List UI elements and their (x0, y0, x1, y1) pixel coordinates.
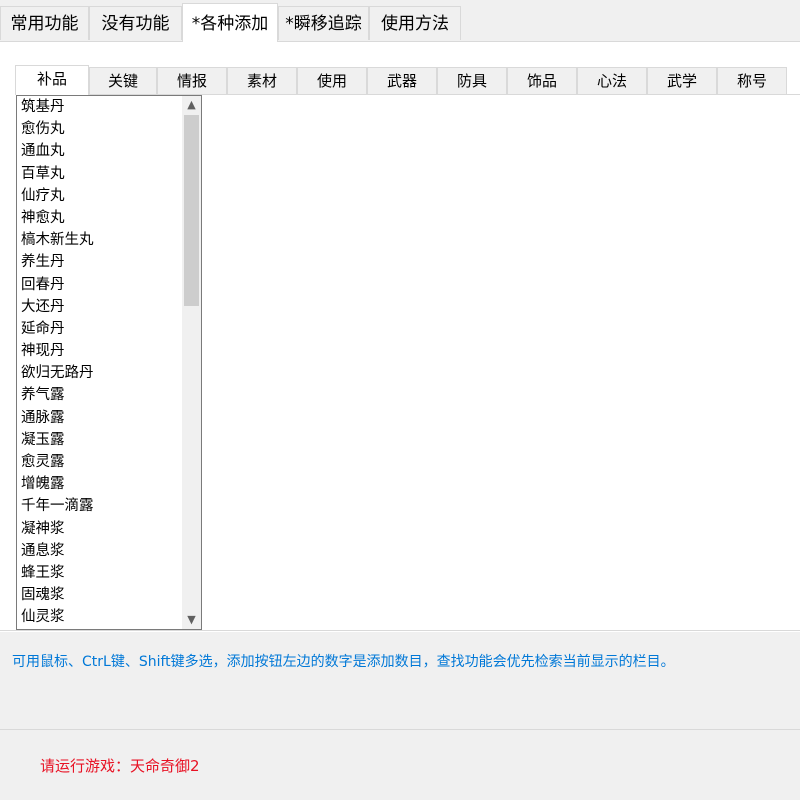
list-item[interactable]: 回春丹 (17, 274, 182, 296)
tab-titles[interactable]: 称号 (717, 67, 787, 94)
main-tab-strip: 常用功能 没有功能 *各种添加 *瞬移追踪 使用方法 (0, 3, 800, 42)
list-item[interactable]: 通脉露 (17, 407, 182, 429)
list-item[interactable]: 欲归无路丹 (17, 362, 182, 384)
tab-usables[interactable]: 使用 (297, 67, 367, 94)
list-item[interactable]: 凝神浆 (17, 518, 182, 540)
list-item[interactable]: 仙疗丸 (17, 185, 182, 207)
add-items-panel: 补品 关键 情报 素材 使用 武器 防具 饰品 心法 武学 称号 筑基丹 愈伤丸通… (0, 42, 800, 632)
list-item[interactable]: 神愈丸 (17, 207, 182, 229)
tab-usage-guide[interactable]: 使用方法 (369, 6, 461, 40)
tab-tonics[interactable]: 补品 (15, 65, 89, 95)
status-divider (0, 729, 800, 730)
list-item[interactable]: 固魂浆 (17, 584, 182, 606)
list-item[interactable]: 增魄露 (17, 473, 182, 495)
list-item[interactable]: 愈伤丸 (17, 118, 182, 140)
list-item[interactable]: 神现丹 (17, 340, 182, 362)
list-item[interactable]: 养气露 (17, 384, 182, 406)
tab-armor[interactable]: 防具 (437, 67, 507, 94)
list-item[interactable]: 通血丸 (17, 140, 182, 162)
list-item[interactable]: 仙灵浆 (17, 606, 182, 628)
tab-key-items[interactable]: 关键 (89, 67, 157, 94)
panel-bottom-border (0, 630, 800, 631)
scroll-up-icon[interactable]: ▲ (182, 96, 201, 114)
item-list: 筑基丹 愈伤丸 通血丸 百草丸 仙疗丸 神愈丸 槁木新生丸 养生丹 回春丹 大还丹 延命丹 神现丹 欲归… (17, 96, 182, 629)
list-item[interactable]: 养生丹 (17, 251, 182, 273)
list-item[interactable]: 蜂王浆 (17, 562, 182, 584)
tab-martial-arts[interactable]: 武学 (647, 67, 717, 94)
tab-materials[interactable]: 素材 (227, 67, 297, 94)
usage-hint: 可用鼠标、CtrL键、Shift键多选，添加按钮左边的数字是添加数目，查找功能会… (12, 654, 675, 670)
tab-various-add[interactable]: *各种添加 (182, 3, 278, 42)
list-item[interactable]: 千年一滴露 (17, 495, 182, 517)
listbox-scrollbar[interactable]: ▲ ▼ (182, 96, 201, 629)
tab-mind-arts[interactable]: 心法 (577, 67, 647, 94)
list-item[interactable]: 槁木新生丸 (17, 229, 182, 251)
tab-common-functions[interactable]: 常用功能 (0, 6, 89, 40)
list-item[interactable]: 延命丹 (17, 318, 182, 340)
list-item[interactable]: 百草丸 (17, 163, 182, 185)
status-message: 请运行游戏：天命奇御2 (40, 757, 200, 775)
tab-weapons[interactable]: 武器 (367, 67, 437, 94)
list-item[interactable]: 通息浆 (17, 540, 182, 562)
list-item[interactable]: 大还丹 (17, 296, 182, 318)
item-listbox[interactable]: 筑基丹 愈伤丸 通血丸 百草丸 仙疗丸 神愈丸 槁木新生丸 养生丹 回春丹 大还丹 延命丹 神现丹 欲归… (16, 95, 202, 630)
tab-teleport-track[interactable]: *瞬移追踪 (278, 6, 369, 40)
list-item[interactable]: 凝玉露 (17, 429, 182, 451)
tab-no-functions[interactable]: 没有功能 (89, 6, 182, 40)
list-item[interactable]: 愈灵露 (17, 451, 182, 473)
list-item[interactable]: 筑基丹 (17, 96, 182, 118)
tab-accessories[interactable]: 饰品 (507, 67, 577, 94)
item-category-tab-strip: 补品 关键 情报 素材 使用 武器 防具 饰品 心法 武学 称号 (15, 65, 800, 95)
tab-intel[interactable]: 情报 (157, 67, 227, 94)
scroll-down-icon[interactable]: ▼ (182, 611, 201, 629)
scroll-thumb[interactable] (184, 115, 199, 306)
